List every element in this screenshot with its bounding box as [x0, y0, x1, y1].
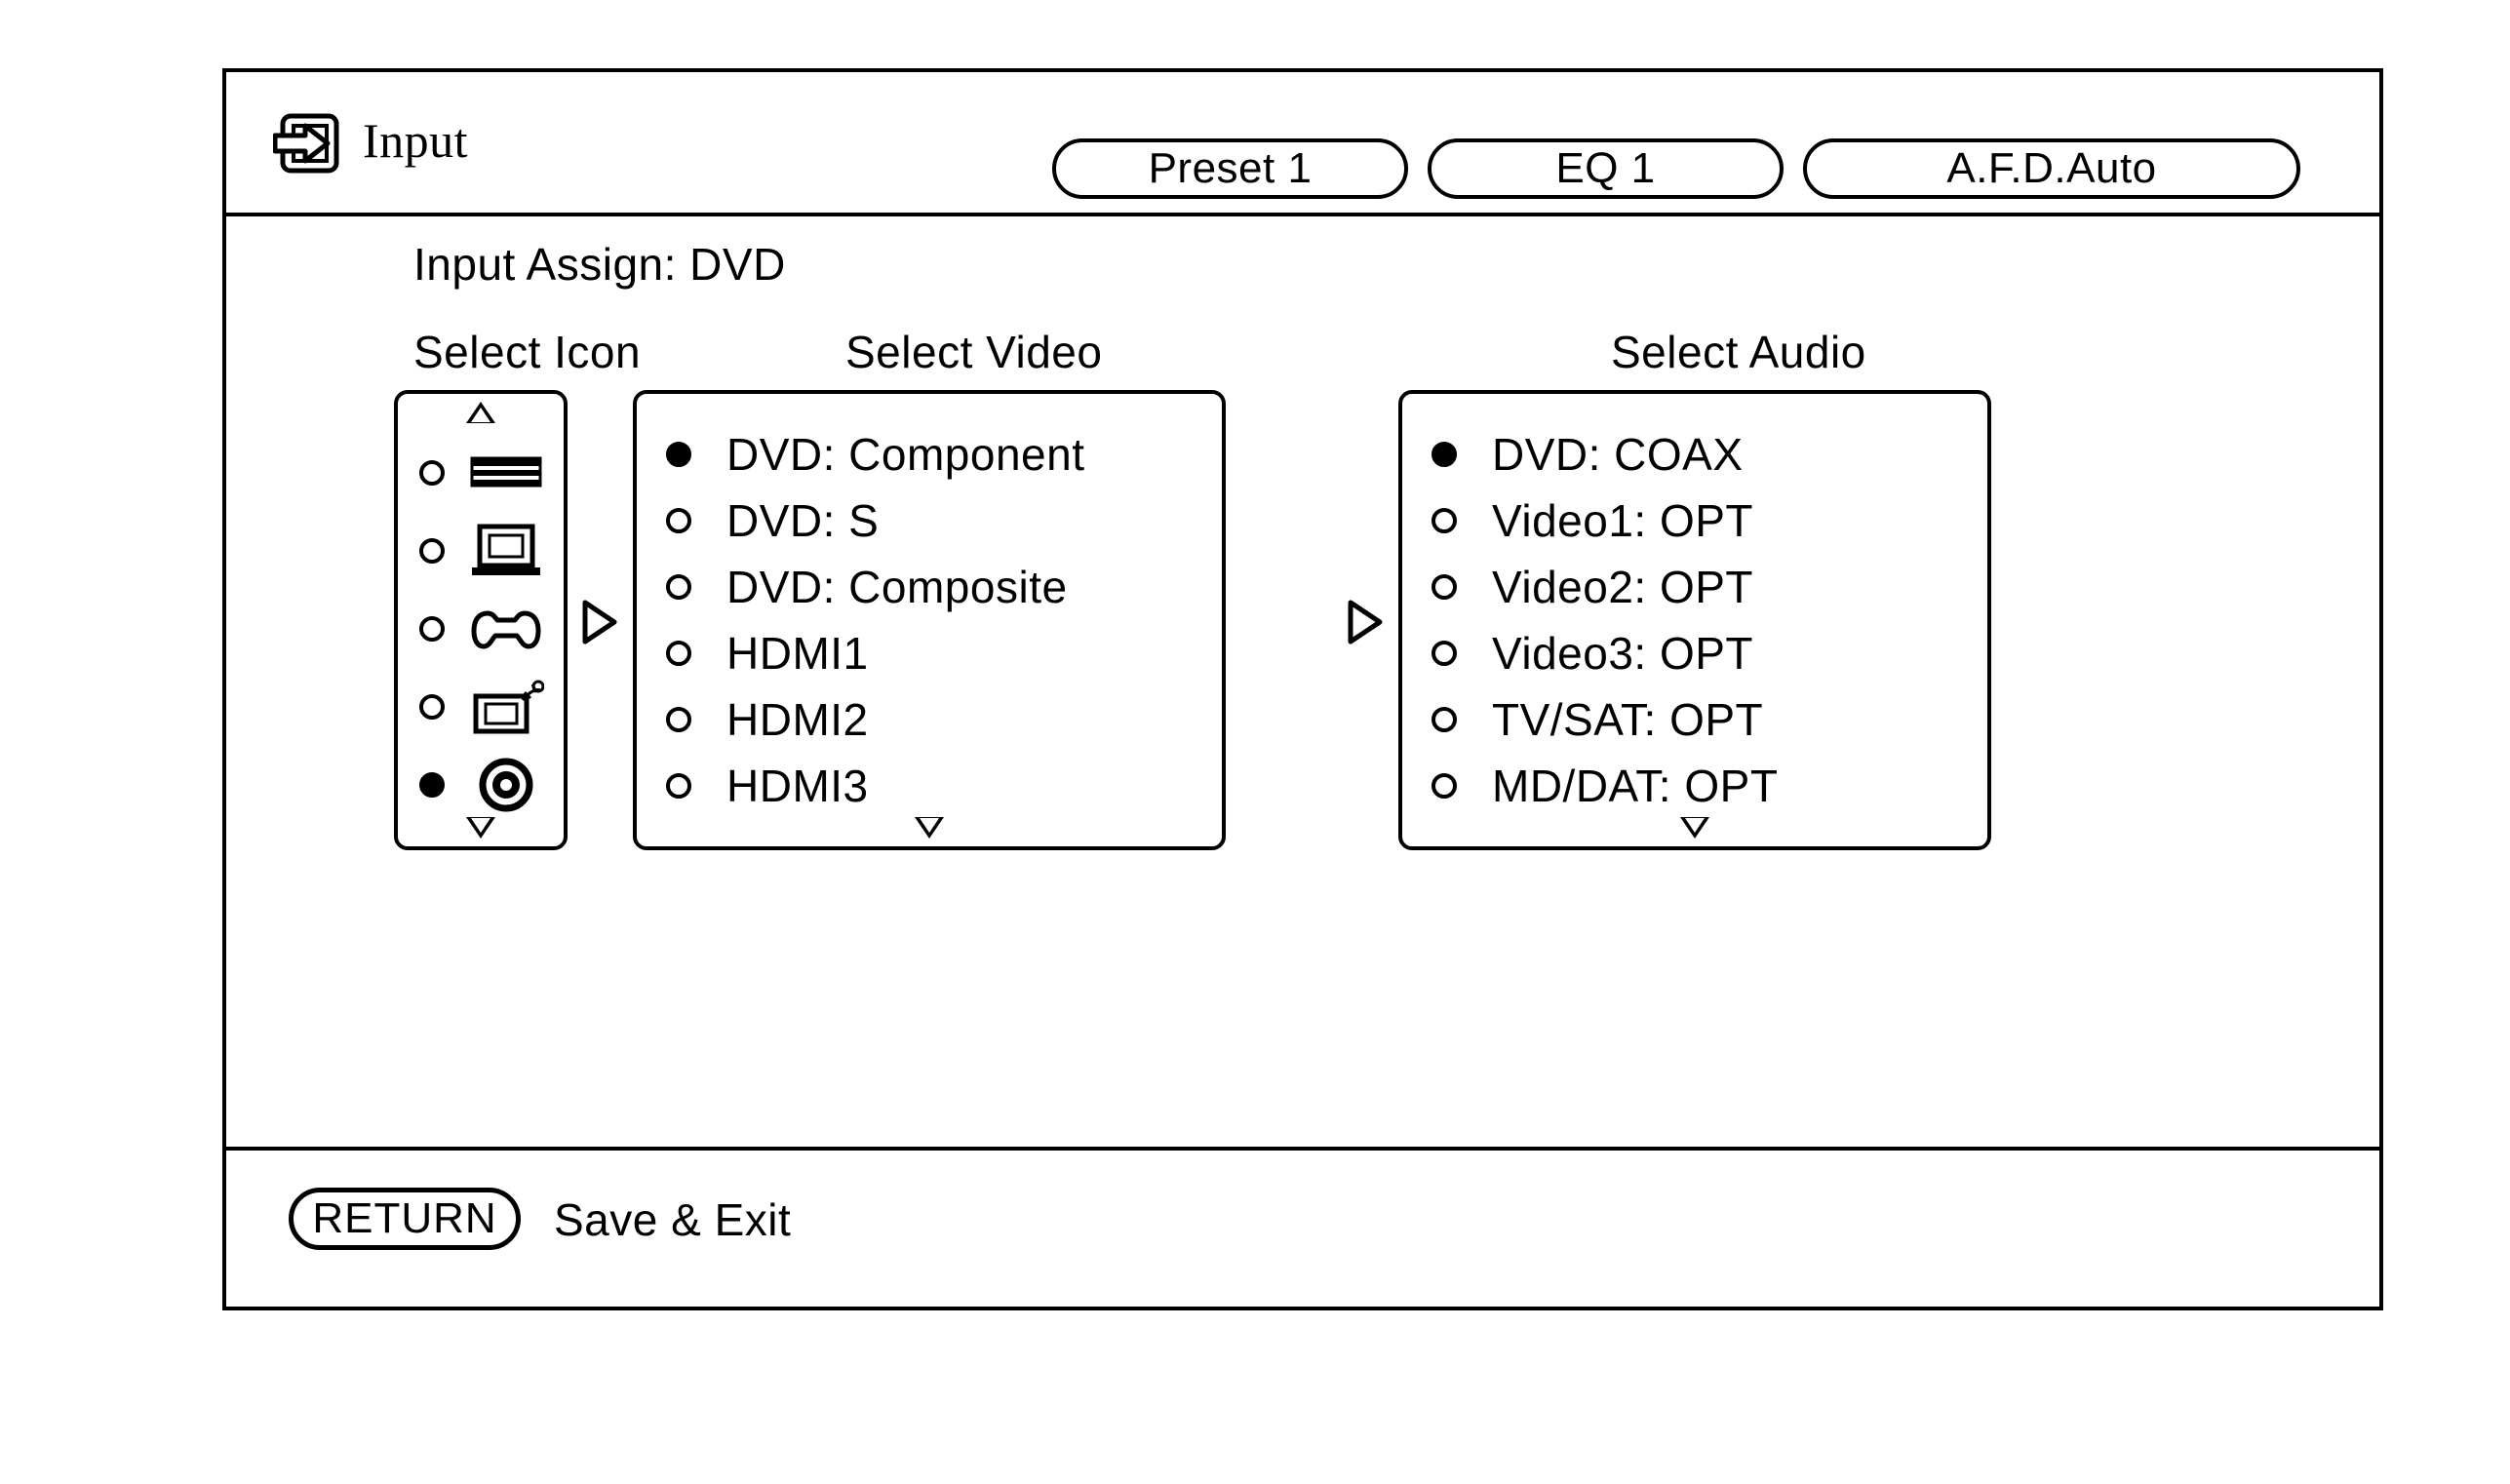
scroll-down-icon[interactable] — [915, 817, 944, 839]
tape-deck-icon — [468, 445, 544, 501]
icon-option-monitor[interactable] — [419, 513, 556, 589]
page-title: Input — [363, 113, 469, 168]
audio-option-label: MD/DAT: OPT — [1492, 761, 1779, 811]
select-audio-panel[interactable]: DVD: COAX Video1: OPT Video2: OPT Video3… — [1398, 390, 1991, 850]
game-controller-icon — [468, 601, 544, 657]
audio-option-row[interactable]: DVD: COAX — [1431, 423, 1974, 486]
select-icon-panel[interactable] — [394, 390, 568, 850]
audio-option-label: Video3: OPT — [1492, 628, 1754, 679]
input-assign-label: Input Assign: DVD — [413, 239, 786, 290]
select-audio-header: Select Audio — [1611, 327, 1866, 377]
satellite-tv-icon — [468, 679, 545, 735]
select-icon-header: Select Icon — [413, 327, 642, 377]
preset-button-label: Preset 1 — [1148, 144, 1313, 192]
video-option-row[interactable]: HDMI2 — [666, 688, 1208, 751]
play-arrow-icon-1 — [580, 599, 619, 645]
video-option-label: HDMI2 — [726, 694, 869, 745]
video-option-row[interactable]: HDMI1 — [666, 622, 1208, 684]
radio-video-2[interactable] — [666, 574, 691, 600]
radio-audio-0[interactable] — [1431, 442, 1457, 467]
save-and-exit-label: Save & Exit — [554, 1194, 792, 1245]
icon-option-disc[interactable] — [419, 747, 556, 823]
radio-audio-2[interactable] — [1431, 574, 1457, 600]
eq-button-label: EQ 1 — [1555, 144, 1656, 192]
return-button-label: RETURN — [312, 1194, 497, 1242]
radio-video-0[interactable] — [666, 442, 691, 467]
audio-option-row[interactable]: TV/SAT: OPT — [1431, 688, 1974, 751]
video-option-row[interactable]: DVD: Component — [666, 423, 1208, 486]
radio-audio-1[interactable] — [1431, 508, 1457, 533]
audio-option-row[interactable]: Video3: OPT — [1431, 622, 1974, 684]
input-arrow-icon — [272, 113, 339, 174]
audio-option-label: TV/SAT: OPT — [1492, 694, 1764, 745]
afd-button[interactable]: A.F.D.Auto — [1803, 138, 2300, 199]
radio-audio-5[interactable] — [1431, 773, 1457, 799]
radio-disc[interactable] — [419, 772, 445, 798]
video-option-row[interactable]: DVD: S — [666, 489, 1208, 552]
radio-video-5[interactable] — [666, 773, 691, 799]
audio-option-label: Video2: OPT — [1492, 562, 1754, 612]
audio-option-label: DVD: COAX — [1492, 429, 1744, 480]
radio-audio-4[interactable] — [1431, 707, 1457, 732]
disc-icon — [468, 757, 544, 813]
video-option-label: DVD: Composite — [726, 562, 1068, 612]
radio-video-4[interactable] — [666, 707, 691, 732]
audio-option-row[interactable]: MD/DAT: OPT — [1431, 755, 1974, 817]
video-option-row[interactable]: DVD: Composite — [666, 556, 1208, 618]
radio-video-3[interactable] — [666, 641, 691, 666]
monitor-icon — [468, 523, 544, 579]
video-option-label: DVD: S — [726, 495, 880, 546]
afd-button-label: A.F.D.Auto — [1946, 144, 2157, 192]
radio-monitor[interactable] — [419, 538, 445, 564]
scroll-down-icon[interactable] — [466, 817, 495, 839]
preset-button[interactable]: Preset 1 — [1052, 138, 1408, 199]
icon-option-tape-deck[interactable] — [419, 435, 556, 511]
select-video-panel[interactable]: DVD: Component DVD: S DVD: Composite HDM… — [633, 390, 1226, 850]
radio-video-1[interactable] — [666, 508, 691, 533]
scroll-up-icon[interactable] — [466, 402, 495, 423]
body-area: Input Assign: DVD Select Icon Select Vid… — [226, 216, 2379, 1151]
audio-option-label: Video1: OPT — [1492, 495, 1754, 546]
footer-bar: RETURN Save & Exit — [226, 1151, 2379, 1307]
radio-audio-3[interactable] — [1431, 641, 1457, 666]
video-option-label: HDMI1 — [726, 628, 869, 679]
audio-option-row[interactable]: Video2: OPT — [1431, 556, 1974, 618]
radio-game-controller[interactable] — [419, 616, 445, 642]
scroll-down-icon[interactable] — [1680, 817, 1709, 839]
icon-option-satellite-tv[interactable] — [419, 669, 556, 745]
radio-tape-deck[interactable] — [419, 460, 445, 486]
radio-satellite-tv[interactable] — [419, 694, 445, 720]
return-button[interactable]: RETURN — [289, 1188, 521, 1250]
header-bar: Input Preset 1 EQ 1 A.F.D.Auto — [226, 72, 2379, 216]
play-arrow-icon-2 — [1346, 599, 1385, 645]
video-option-label: DVD: Component — [726, 429, 1085, 480]
select-video-header: Select Video — [845, 327, 1103, 377]
video-option-label: HDMI3 — [726, 761, 869, 811]
eq-button[interactable]: EQ 1 — [1428, 138, 1784, 199]
video-option-row[interactable]: HDMI3 — [666, 755, 1208, 817]
icon-option-game-controller[interactable] — [419, 591, 556, 667]
osd-window: Input Preset 1 EQ 1 A.F.D.Auto Input Ass… — [222, 68, 2383, 1310]
audio-option-row[interactable]: Video1: OPT — [1431, 489, 1974, 552]
